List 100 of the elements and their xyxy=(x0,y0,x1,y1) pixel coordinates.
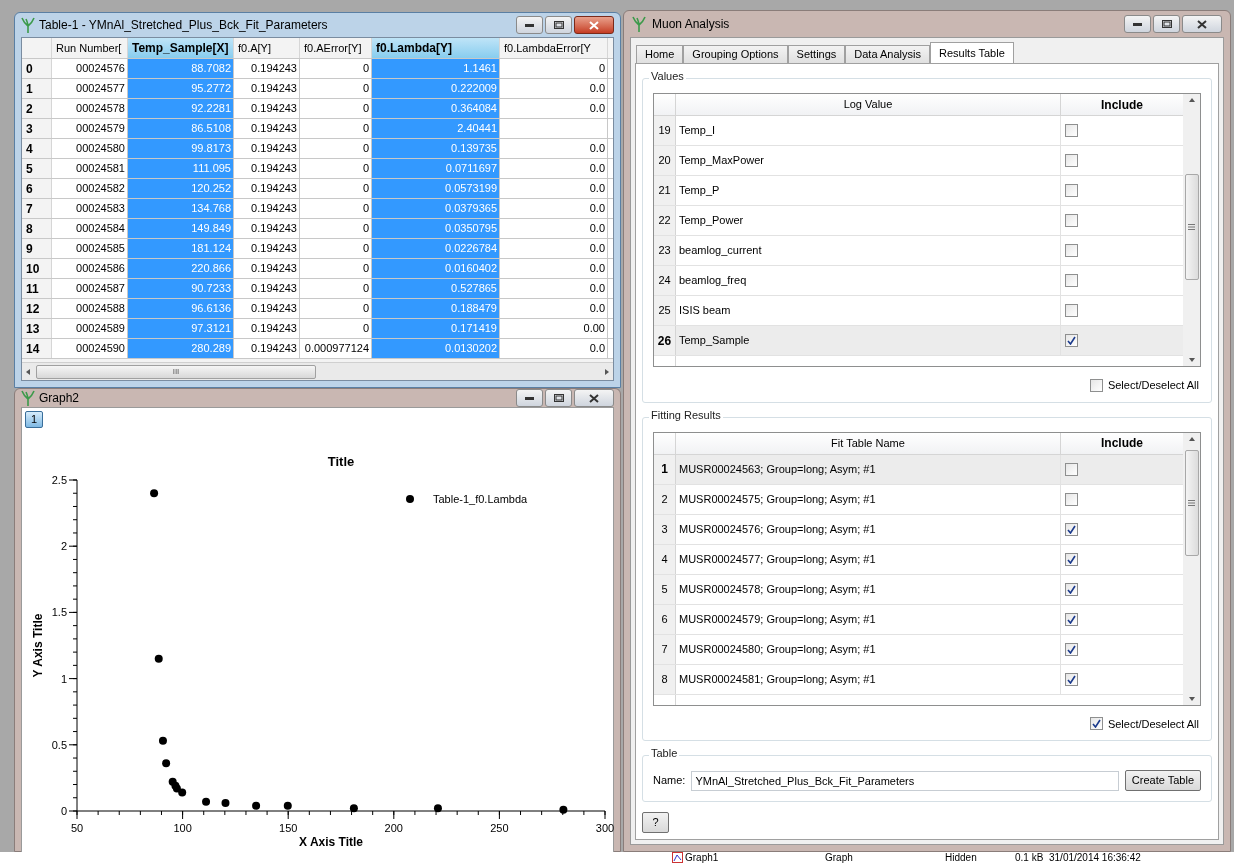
tab[interactable]: Data Analysis xyxy=(845,45,930,64)
column-header[interactable]: Include xyxy=(1061,94,1183,115)
table-row[interactable]: 6 MUSR00024579; Group=long; Asym; #1 xyxy=(654,604,1183,635)
checkbox[interactable] xyxy=(1089,717,1103,731)
checkbox[interactable] xyxy=(1065,244,1078,257)
checkbox[interactable] xyxy=(1065,492,1078,506)
check-icon xyxy=(1067,524,1076,534)
maximize-icon xyxy=(553,394,564,402)
checkbox[interactable] xyxy=(1065,552,1078,566)
table-row[interactable]: 2 MUSR00024575; Group=long; Asym; #1 xyxy=(654,484,1183,515)
checkbox-label[interactable]: Select/Deselect All xyxy=(1107,377,1199,394)
checkbox[interactable] xyxy=(1065,154,1078,167)
checkbox[interactable] xyxy=(1065,184,1078,197)
column-header[interactable]: Log Value xyxy=(676,94,1061,115)
table-cell-text: 0.194243 xyxy=(251,61,297,77)
table-cell-text: 280.289 xyxy=(191,341,231,357)
help-button[interactable]: ? xyxy=(642,812,669,833)
column-header[interactable]: f0.LambdaError[Y xyxy=(500,38,608,58)
table-row[interactable]: 26 Temp_Sample xyxy=(654,326,1183,356)
close-button[interactable] xyxy=(574,389,614,407)
close-icon xyxy=(589,393,599,403)
table-cell-text: 0.194243 xyxy=(251,101,297,117)
tick-label: 200 xyxy=(384,822,403,834)
checkbox[interactable] xyxy=(1065,462,1078,476)
table-row[interactable]: 23 beamlog_current xyxy=(654,236,1183,266)
maximize-button[interactable] xyxy=(1153,15,1180,33)
close-button[interactable] xyxy=(574,16,614,34)
table-cell-text: MUSR00024579; Group=long; Asym; #1 xyxy=(679,611,876,627)
data-point xyxy=(252,801,261,810)
data-point xyxy=(221,799,230,808)
column-header[interactable]: Fit Table Name xyxy=(676,432,1061,454)
table-cell-text: 0.194243 xyxy=(251,201,297,217)
table-cell-text: 0 xyxy=(362,281,369,297)
checkbox[interactable] xyxy=(1065,642,1078,656)
checkbox[interactable] xyxy=(1065,124,1078,137)
table-row[interactable]: 5 MUSR00024578; Group=long; Asym; #1 xyxy=(654,574,1183,605)
checkbox[interactable] xyxy=(1065,334,1078,347)
column-header[interactable]: f0.Lambda[Y] xyxy=(372,38,500,58)
check-icon xyxy=(1067,644,1076,654)
scroll-up-icon[interactable] xyxy=(1187,435,1196,442)
maximize-button[interactable] xyxy=(545,389,572,407)
row-header: 9 xyxy=(22,239,52,258)
table-cell-text: 00024589 xyxy=(76,321,125,337)
vertical-scrollbar[interactable] xyxy=(1183,94,1200,366)
checkbox[interactable] xyxy=(1065,274,1078,287)
checkbox[interactable] xyxy=(1065,304,1078,317)
checkbox[interactable] xyxy=(1065,582,1078,596)
table-cell-text: 97.3121 xyxy=(191,321,231,337)
scroll-right-icon[interactable] xyxy=(603,367,611,376)
create-table-button[interactable]: Create Table xyxy=(1124,770,1201,791)
maximize-button[interactable] xyxy=(545,16,572,34)
table-cell-text: MUSR00024563; Group=long; Asym; #1 xyxy=(679,461,876,477)
table-row[interactable]: 19 Temp_I xyxy=(654,116,1183,146)
table-row[interactable]: 22 Temp_Power xyxy=(654,206,1183,236)
checkbox[interactable] xyxy=(1065,672,1078,686)
column-header[interactable]: Temp_Sample[X] xyxy=(128,38,234,58)
column-header[interactable]: Include xyxy=(1061,432,1183,454)
data-point xyxy=(154,654,163,663)
table-row[interactable]: 4 MUSR00024577; Group=long; Asym; #1 xyxy=(654,544,1183,575)
scroll-down-icon[interactable] xyxy=(1187,695,1196,702)
checkbox[interactable] xyxy=(1065,522,1078,536)
grip-icon xyxy=(1188,499,1195,506)
group-title: Table xyxy=(649,748,680,759)
table-row[interactable]: 8 MUSR00024581; Group=long; Asym; #1 xyxy=(654,664,1183,695)
scrollbar-thumb[interactable] xyxy=(1184,449,1199,556)
minimize-button[interactable] xyxy=(516,16,543,34)
table-row[interactable]: 24 beamlog_freq xyxy=(654,266,1183,296)
checkbox-label[interactable]: Select/Deselect All xyxy=(1107,715,1199,732)
minimize-button[interactable] xyxy=(516,389,543,407)
scrollbar-thumb[interactable] xyxy=(1184,174,1199,280)
scroll-left-icon[interactable] xyxy=(24,367,32,376)
table-cell-text: ISIS beam xyxy=(679,303,731,319)
name-field[interactable]: YMnAl_Stretched_Plus_Bck_Fit_Parameters xyxy=(691,770,1119,791)
vertical-scrollbar[interactable] xyxy=(1183,432,1200,705)
table-row[interactable]: 20 Temp_MaxPower xyxy=(654,146,1183,176)
tab[interactable]: Results Table xyxy=(929,42,1014,64)
layer-button[interactable]: 1 xyxy=(25,411,43,428)
close-button[interactable] xyxy=(1182,15,1222,33)
checkbox[interactable] xyxy=(1065,214,1078,227)
list-cell-text: Hidden xyxy=(945,852,978,864)
scrollbar-thumb[interactable]: III xyxy=(36,364,316,379)
table-cell-text: 1.1461 xyxy=(463,61,497,77)
table-row[interactable]: 21 Temp_P xyxy=(654,176,1183,206)
table-row[interactable]: 25 ISIS beam xyxy=(654,296,1183,326)
tick-label: 100 xyxy=(173,822,192,834)
check-icon xyxy=(1091,719,1101,729)
checkbox[interactable] xyxy=(1065,612,1078,626)
checkbox[interactable] xyxy=(1089,378,1103,392)
scroll-up-icon[interactable] xyxy=(1187,97,1196,103)
minimize-button[interactable] xyxy=(1124,15,1151,33)
scroll-down-icon[interactable] xyxy=(1187,357,1196,363)
table-cell-text: 111.095 xyxy=(192,161,231,177)
table-row[interactable]: 7 MUSR00024580; Group=long; Asym; #1 xyxy=(654,634,1183,665)
row-number: 1 xyxy=(661,461,668,478)
table-cell-text: 0.139735 xyxy=(451,141,497,157)
table-row[interactable]: 1 MUSR00024563; Group=long; Asym; #1 xyxy=(654,454,1183,485)
column-header[interactable]: f0.A[Y] xyxy=(234,38,300,58)
table-cell-text: 0.0 xyxy=(589,341,605,357)
table-cell-text: MUSR00024577; Group=long; Asym; #1 xyxy=(679,551,876,567)
table-row[interactable]: 3 MUSR00024576; Group=long; Asym; #1 xyxy=(654,514,1183,545)
